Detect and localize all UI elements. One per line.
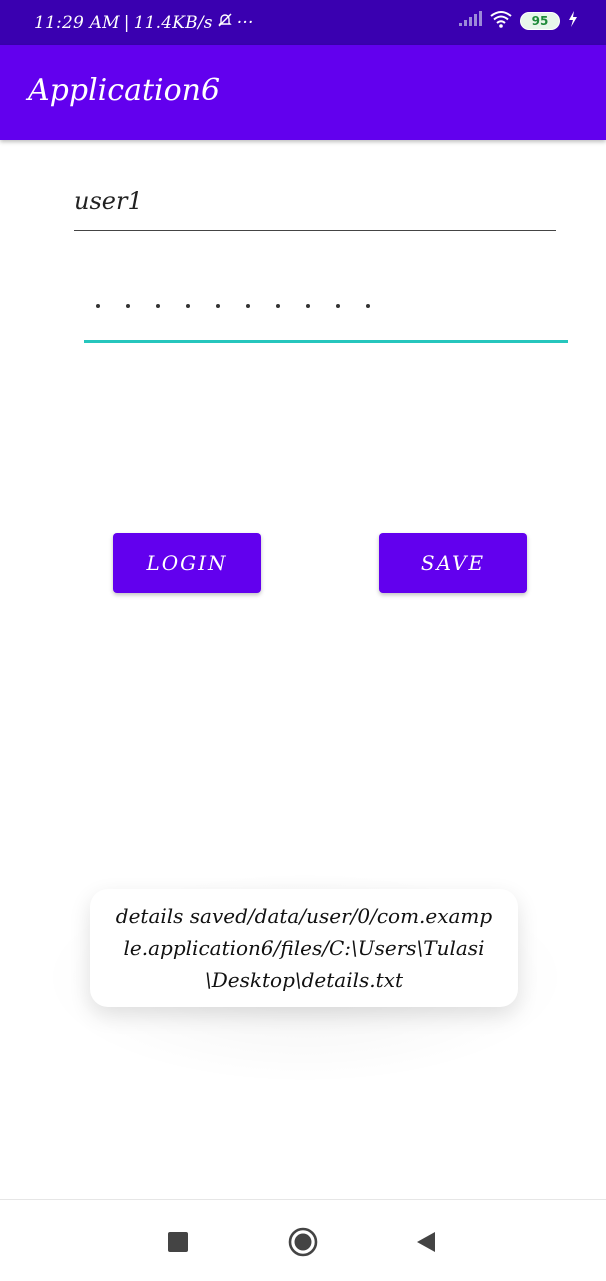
navigation-bar <box>0 1199 606 1281</box>
signal-icon <box>458 11 482 31</box>
save-button[interactable]: SAVE <box>379 533 527 593</box>
wifi-icon <box>490 10 512 32</box>
status-right: 95 <box>458 10 578 32</box>
status-bar: 11:29 AM | 11.4KB/s ··· 95 <box>0 0 606 45</box>
toast: details saved/data/user/0/com.example.ap… <box>90 889 518 1007</box>
recents-icon[interactable] <box>166 1230 190 1254</box>
status-net-speed: 11.4KB/s <box>133 12 213 33</box>
home-icon[interactable] <box>288 1227 318 1257</box>
app-bar: Application6 <box>0 45 606 140</box>
charging-icon <box>568 11 578 31</box>
muted-bell-icon <box>217 12 233 33</box>
toast-message: details saved/data/user/0/com.example.ap… <box>115 904 493 992</box>
status-left: 11:29 AM | 11.4KB/s ··· <box>34 12 254 33</box>
back-icon[interactable] <box>414 1230 438 1254</box>
username-input[interactable]: user1 <box>74 178 556 231</box>
status-time: 11:29 AM <box>34 12 120 33</box>
status-more: ··· <box>236 12 254 33</box>
status-separator: | <box>123 12 130 33</box>
password-input[interactable] <box>84 282 568 343</box>
app-title: Application6 <box>28 73 221 108</box>
password-mask <box>96 304 370 308</box>
login-button[interactable]: LOGIN <box>113 533 261 593</box>
battery-icon: 95 <box>520 12 560 30</box>
